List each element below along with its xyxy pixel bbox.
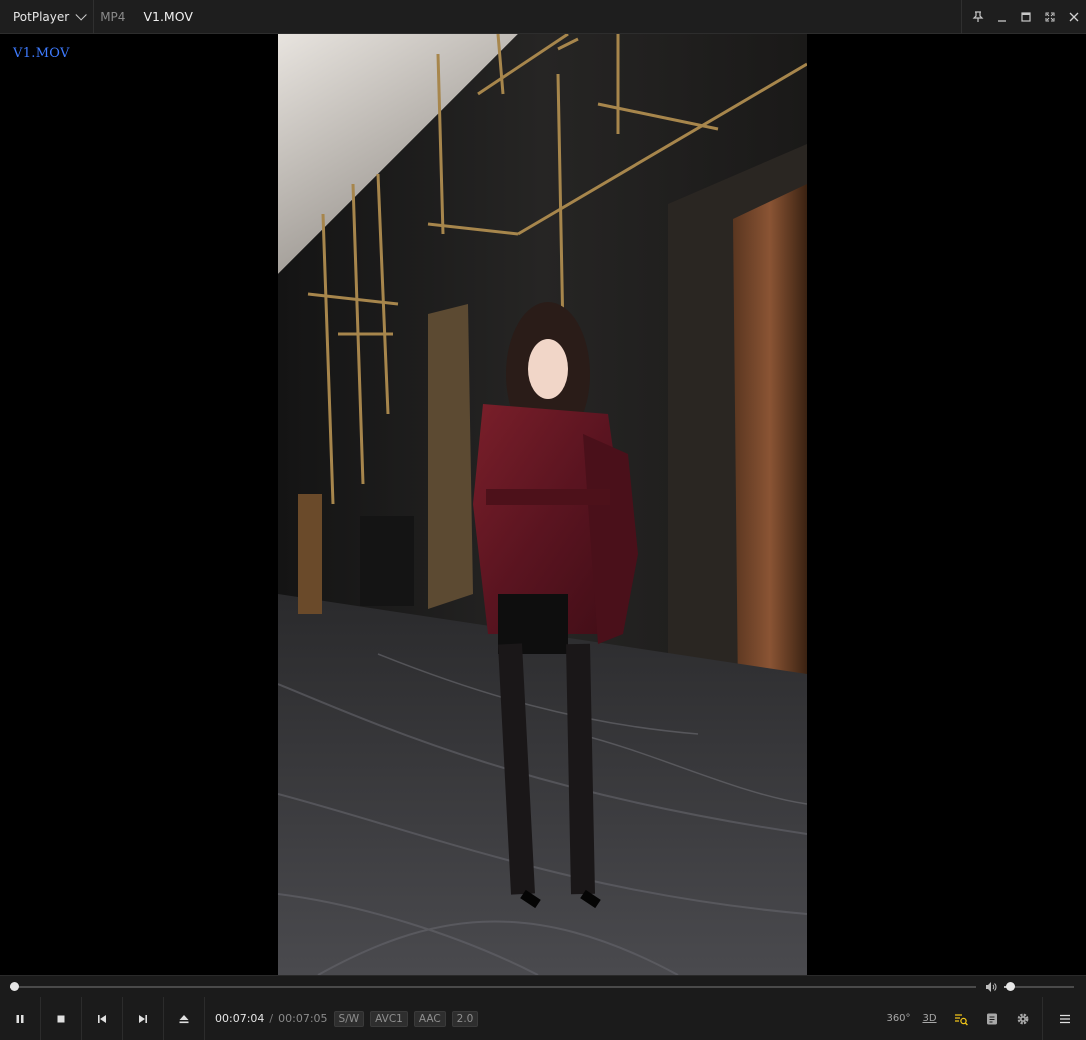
video-scene [278, 34, 807, 975]
3d-icon: 3D [922, 1013, 937, 1024]
seek-bar[interactable] [9, 982, 976, 991]
close-icon [1069, 12, 1079, 22]
seek-handle[interactable] [9, 982, 19, 991]
chevron-down-icon [75, 8, 87, 21]
settings-button[interactable] [1007, 997, 1038, 1040]
previous-icon [98, 1014, 106, 1023]
previous-button[interactable] [82, 997, 123, 1040]
app-menu-button[interactable]: PotPlayer [0, 0, 95, 34]
next-icon [139, 1014, 147, 1023]
title-bar: PotPlayer MP4 V1.MOV [0, 0, 1086, 34]
stop-icon [57, 1015, 65, 1022]
fullscreen-button[interactable] [1038, 0, 1062, 34]
eject-icon [179, 1014, 189, 1023]
pause-button[interactable] [0, 997, 41, 1040]
main-menu-button[interactable] [1042, 997, 1086, 1040]
3d-button[interactable]: 3D [914, 997, 945, 1040]
app-name: PotPlayer [13, 9, 70, 24]
volume-handle[interactable] [1005, 982, 1015, 991]
pin-button[interactable] [966, 0, 990, 34]
playlist-search-button[interactable] [945, 997, 976, 1040]
video-area[interactable]: V1.MOV [0, 34, 1086, 975]
vr-360-icon: 360° [886, 1013, 911, 1024]
decoder-badge[interactable]: S/W [333, 1010, 365, 1027]
current-time[interactable]: 00:07:04 [215, 1012, 264, 1025]
right-controls: 360° 3D [883, 997, 1086, 1040]
osd-filename: V1.MOV [13, 46, 70, 61]
gear-icon [1017, 1013, 1028, 1024]
seek-row [0, 975, 1086, 997]
audio-codec-badge[interactable]: AAC [413, 1010, 446, 1027]
window-controls [961, 0, 1086, 34]
pin-icon [972, 11, 984, 22]
time-info: 00:07:04 / 00:07:05 S/W AVC1 AAC 2.0 [215, 1010, 479, 1027]
document-icon [986, 1013, 997, 1024]
minimize-icon [998, 20, 1006, 22]
stop-button[interactable] [41, 997, 82, 1040]
total-duration[interactable]: 00:07:05 [278, 1012, 327, 1025]
next-button[interactable] [123, 997, 164, 1040]
control-bar: 00:07:04 / 00:07:05 S/W AVC1 AAC 2.0 360… [0, 997, 1086, 1040]
minimize-button[interactable] [990, 0, 1014, 34]
video-codec-badge[interactable]: AVC1 [370, 1010, 408, 1027]
volume-icon[interactable] [985, 981, 997, 993]
hamburger-icon [1059, 1014, 1070, 1023]
close-button[interactable] [1062, 0, 1086, 34]
maximize-icon [1021, 12, 1031, 22]
vr-360-button[interactable]: 360° [883, 997, 914, 1040]
audio-channels-badge[interactable]: 2.0 [451, 1010, 479, 1027]
video-frame[interactable] [278, 34, 807, 975]
pause-icon [16, 1014, 24, 1023]
fullscreen-icon [1045, 12, 1055, 22]
eject-button[interactable] [164, 997, 205, 1040]
window-title: V1.MOV [143, 9, 193, 24]
volume-slider[interactable] [1004, 982, 1074, 991]
time-separator: / [269, 1012, 274, 1025]
chapters-button[interactable] [976, 997, 1007, 1040]
maximize-button[interactable] [1014, 0, 1038, 34]
playlist-search-icon [954, 1013, 968, 1025]
file-format: MP4 [100, 9, 126, 24]
